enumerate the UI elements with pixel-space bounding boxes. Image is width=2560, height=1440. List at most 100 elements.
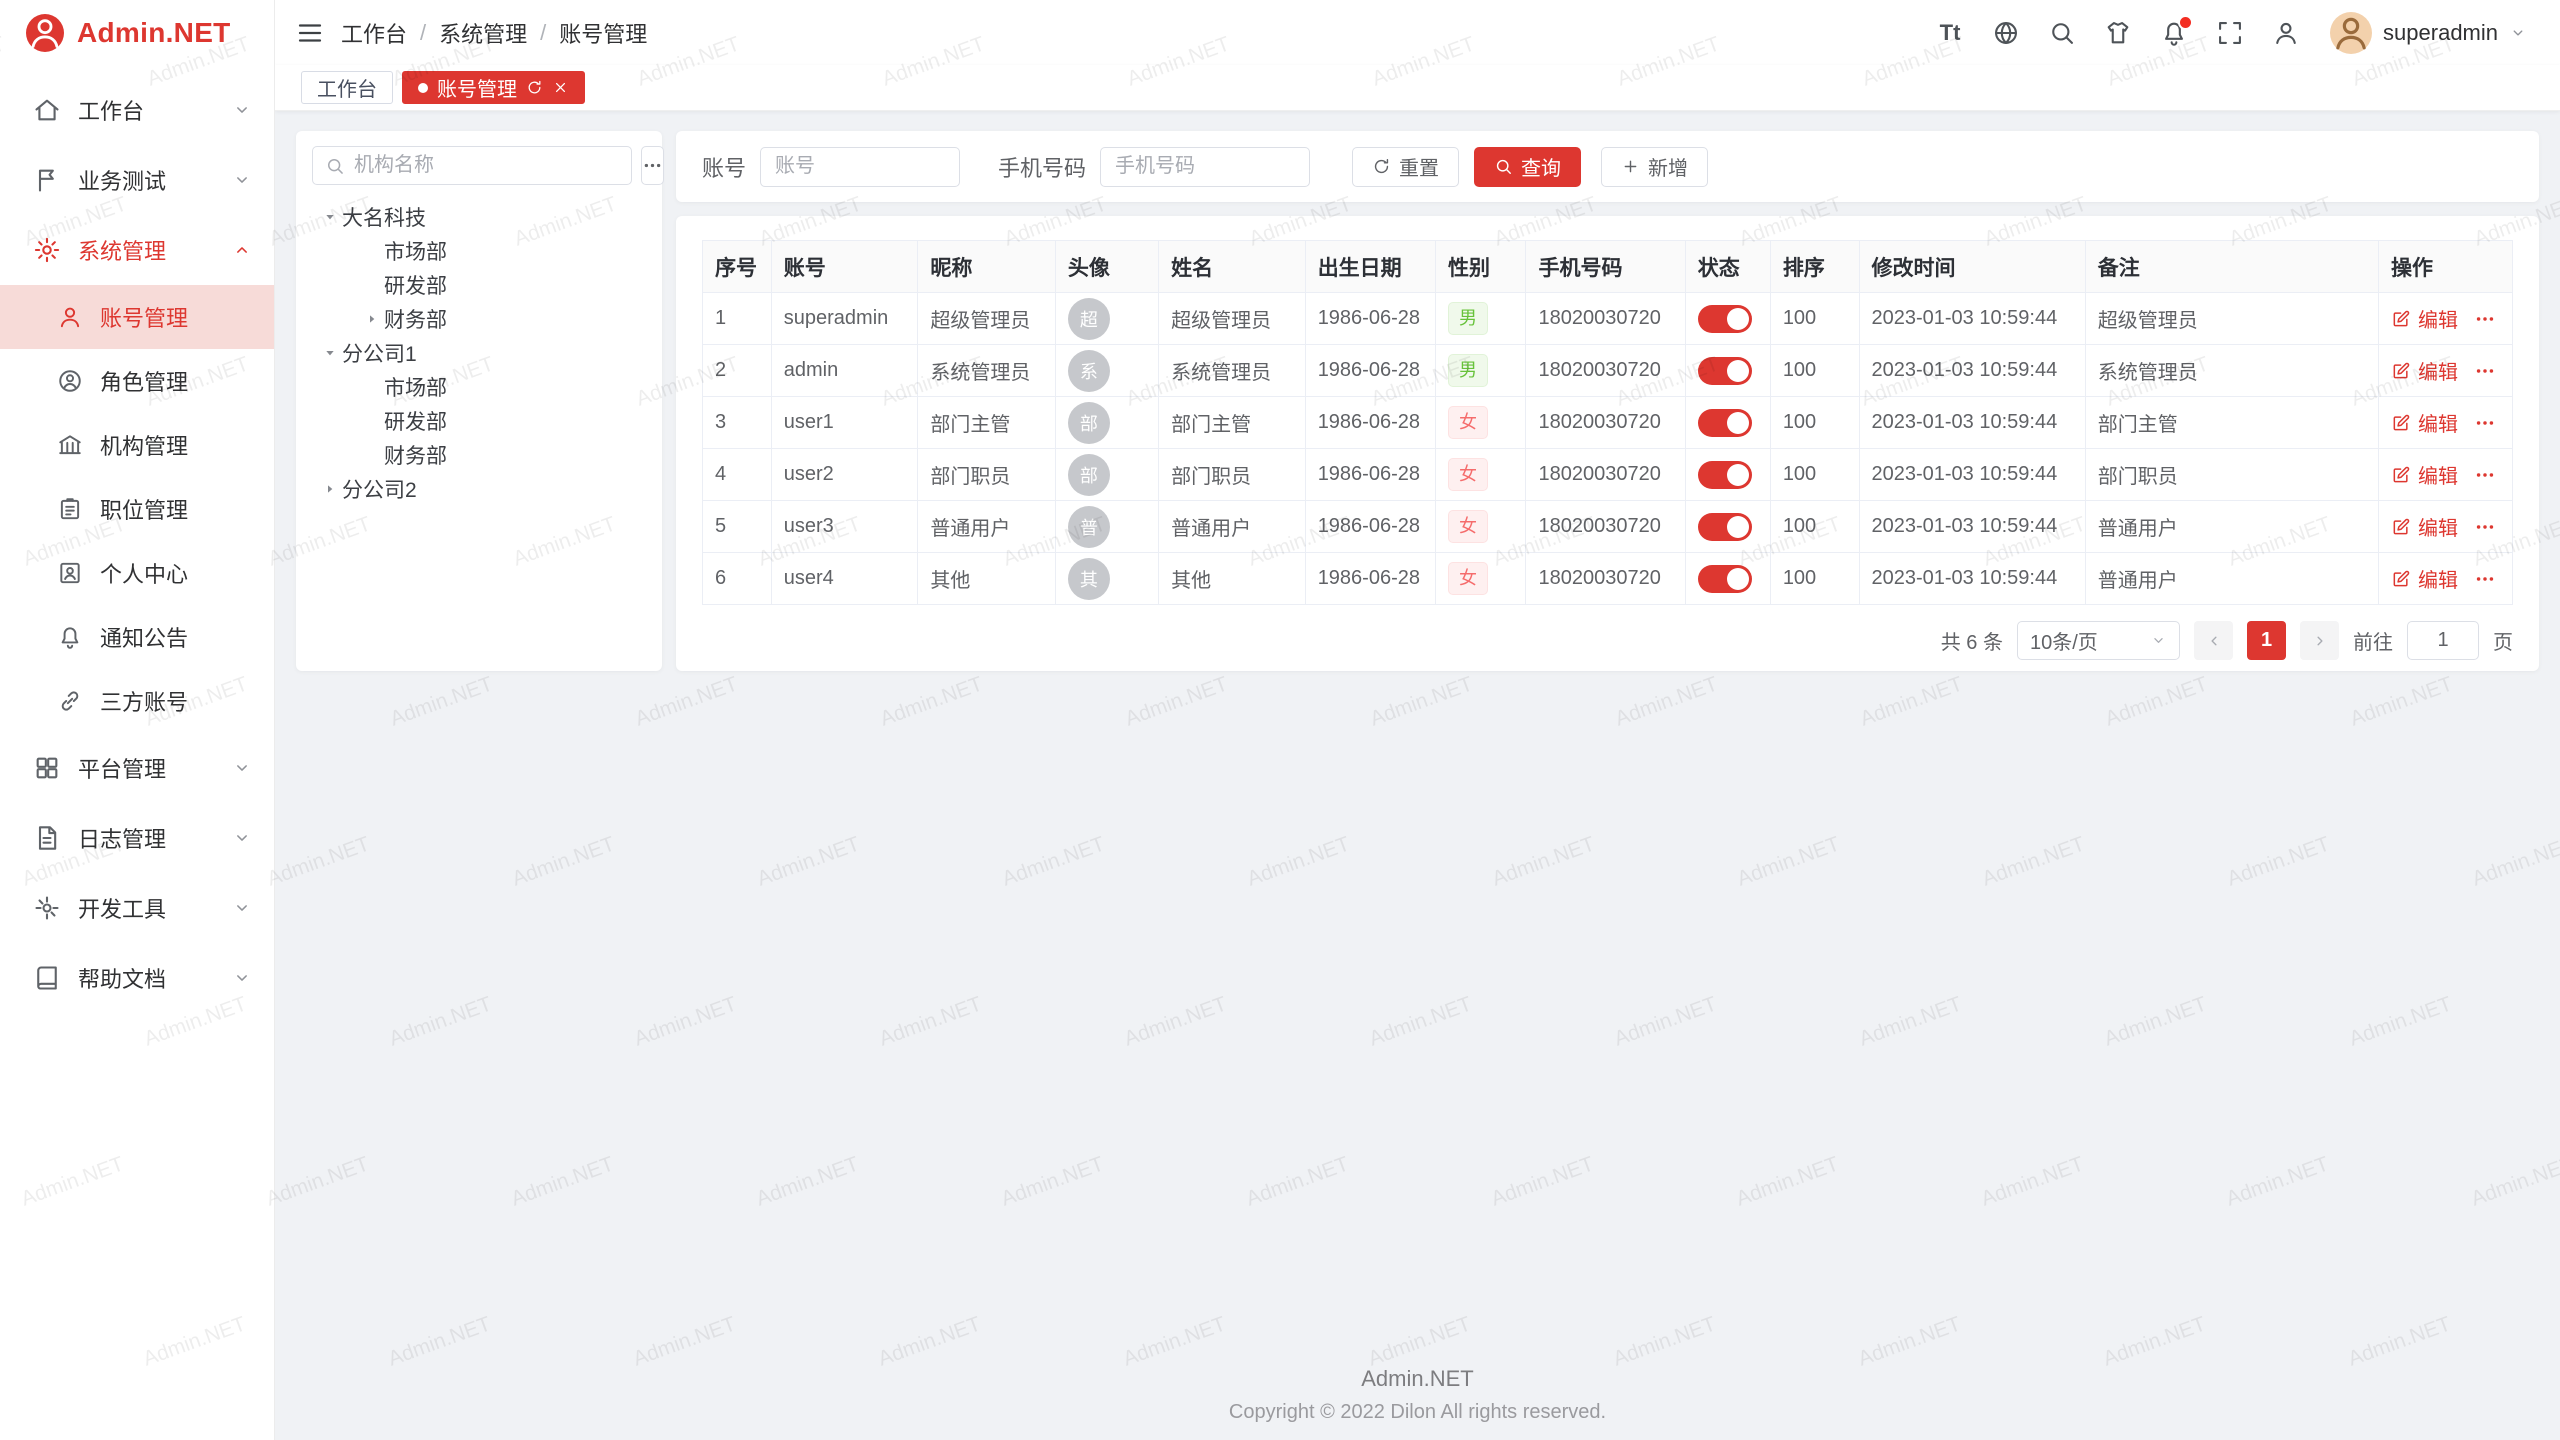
cell-index: 3 [703, 397, 772, 449]
hamburger-menu-icon[interactable] [295, 18, 325, 48]
logo[interactable]: Admin.NET [0, 0, 274, 65]
account-input[interactable] [760, 147, 960, 187]
table-row: 1superadmin超级管理员超超级管理员1986-06-28男1802003… [703, 293, 2513, 345]
tab-label: 工作台 [317, 73, 377, 102]
gender-badge: 女 [1448, 406, 1488, 439]
avatar [2330, 12, 2372, 54]
breadcrumb-item[interactable]: 系统管理 [439, 17, 527, 49]
tags-view-bar: 工作台账号管理 [275, 65, 2560, 111]
chevron-down-icon [232, 100, 252, 120]
sidebar-item[interactable]: 开发工具 [0, 873, 274, 943]
sidebar-subitem[interactable]: 通知公告 [0, 605, 274, 669]
language-icon[interactable] [1992, 19, 2020, 47]
sidebar-item[interactable]: 系统管理 [0, 215, 274, 285]
sidebar-subitem-label: 账号管理 [100, 301, 252, 333]
sidebar-subitem[interactable]: 个人中心 [0, 541, 274, 605]
page-size-select[interactable]: 10条/页 [2017, 621, 2180, 660]
sidebar-subitem[interactable]: 职位管理 [0, 477, 274, 541]
theme-icon[interactable] [2104, 19, 2132, 47]
status-toggle[interactable] [1698, 305, 1752, 333]
tree-node[interactable]: 分公司1 [312, 336, 646, 370]
edit-button[interactable]: 编辑 [2391, 564, 2458, 593]
status-toggle[interactable] [1698, 409, 1752, 437]
row-more-button[interactable] [2474, 464, 2496, 486]
notification-icon[interactable] [2160, 19, 2188, 47]
tree-node[interactable]: 大名科技 [312, 200, 646, 234]
sidebar-subitem[interactable]: 账号管理 [0, 285, 274, 349]
pagination: 共 6 条 10条/页 1 前往 页 [702, 605, 2513, 660]
tree-node[interactable]: 市场部 [312, 370, 646, 404]
sidebar-subitem[interactable]: 三方账号 [0, 669, 274, 733]
sidebar-item[interactable]: 业务测试 [0, 145, 274, 215]
tree-node[interactable]: 分公司2 [312, 472, 646, 506]
sidebar-item-label: 帮助文档 [78, 962, 215, 994]
breadcrumb-item[interactable]: 账号管理 [559, 17, 647, 49]
caret-down-icon[interactable] [318, 341, 342, 365]
row-more-button[interactable] [2474, 568, 2496, 590]
edit-button-label: 编辑 [2418, 564, 2458, 593]
next-page-button[interactable] [2300, 621, 2339, 660]
cell-birthdate: 1986-06-28 [1305, 345, 1435, 397]
fullscreen-icon[interactable] [2216, 19, 2244, 47]
search-button[interactable]: 查询 [1474, 147, 1581, 187]
cell-nickname: 部门主管 [918, 397, 1056, 449]
cell-sort: 100 [1770, 449, 1859, 501]
user-menu[interactable]: superadmin [2330, 12, 2527, 54]
caret-right-icon[interactable] [360, 307, 384, 331]
edit-button[interactable]: 编辑 [2391, 408, 2458, 437]
row-more-button[interactable] [2474, 308, 2496, 330]
caret-down-icon[interactable] [318, 205, 342, 229]
sidebar-item[interactable]: 工作台 [0, 75, 274, 145]
sidebar-item[interactable]: 平台管理 [0, 733, 274, 803]
tree-node-label: 财务部 [384, 304, 447, 334]
chevron-right-icon [2311, 632, 2329, 650]
tree-node[interactable]: 研发部 [312, 268, 646, 302]
edit-button[interactable]: 编辑 [2391, 304, 2458, 333]
edit-button[interactable]: 编辑 [2391, 512, 2458, 541]
org-more-button[interactable] [641, 146, 664, 185]
cell-modified: 2023-01-03 10:59:44 [1859, 449, 2085, 501]
breadcrumb-item[interactable]: 工作台 [341, 17, 407, 49]
chevron-up-icon [232, 240, 252, 260]
status-toggle[interactable] [1698, 565, 1752, 593]
search-button-label: 查询 [1521, 152, 1561, 181]
prev-page-button[interactable] [2194, 621, 2233, 660]
cell-phone: 18020030720 [1526, 449, 1685, 501]
tab-item[interactable]: 账号管理 [402, 71, 585, 104]
caret-placeholder [360, 273, 384, 297]
tree-node[interactable]: 市场部 [312, 234, 646, 268]
sidebar-item[interactable]: 日志管理 [0, 803, 274, 873]
edit-button[interactable]: 编辑 [2391, 356, 2458, 385]
phone-input[interactable] [1100, 147, 1310, 187]
sidebar-item[interactable]: 帮助文档 [0, 943, 274, 1013]
caret-right-icon[interactable] [318, 477, 342, 501]
tree-node[interactable]: 财务部 [312, 438, 646, 472]
cell-index: 2 [703, 345, 772, 397]
row-more-button[interactable] [2474, 412, 2496, 434]
sidebar-subitem[interactable]: 机构管理 [0, 413, 274, 477]
edit-icon [2391, 569, 2411, 589]
reset-button[interactable]: 重置 [1352, 147, 1459, 187]
edit-button[interactable]: 编辑 [2391, 460, 2458, 489]
sidebar-subitem[interactable]: 角色管理 [0, 349, 274, 413]
tree-node[interactable]: 研发部 [312, 404, 646, 438]
row-more-button[interactable] [2474, 360, 2496, 382]
account-icon[interactable] [2272, 19, 2300, 47]
sidebar-item-label: 系统管理 [78, 234, 215, 266]
row-more-button[interactable] [2474, 516, 2496, 538]
font-size-icon[interactable]: Tt [1936, 19, 1964, 47]
goto-page-input[interactable] [2407, 621, 2479, 660]
org-search-input[interactable] [354, 154, 619, 177]
status-toggle[interactable] [1698, 513, 1752, 541]
cell-remark: 普通用户 [2085, 553, 2378, 605]
cell-name: 超级管理员 [1159, 293, 1306, 345]
status-toggle[interactable] [1698, 461, 1752, 489]
toggle-knob [1727, 308, 1749, 330]
tab-item[interactable]: 工作台 [301, 71, 393, 104]
search-icon[interactable] [2048, 19, 2076, 47]
tree-node[interactable]: 财务部 [312, 302, 646, 336]
cell-phone: 18020030720 [1526, 293, 1685, 345]
status-toggle[interactable] [1698, 357, 1752, 385]
add-button[interactable]: 新增 [1601, 147, 1708, 187]
page-number-button[interactable]: 1 [2247, 621, 2286, 660]
